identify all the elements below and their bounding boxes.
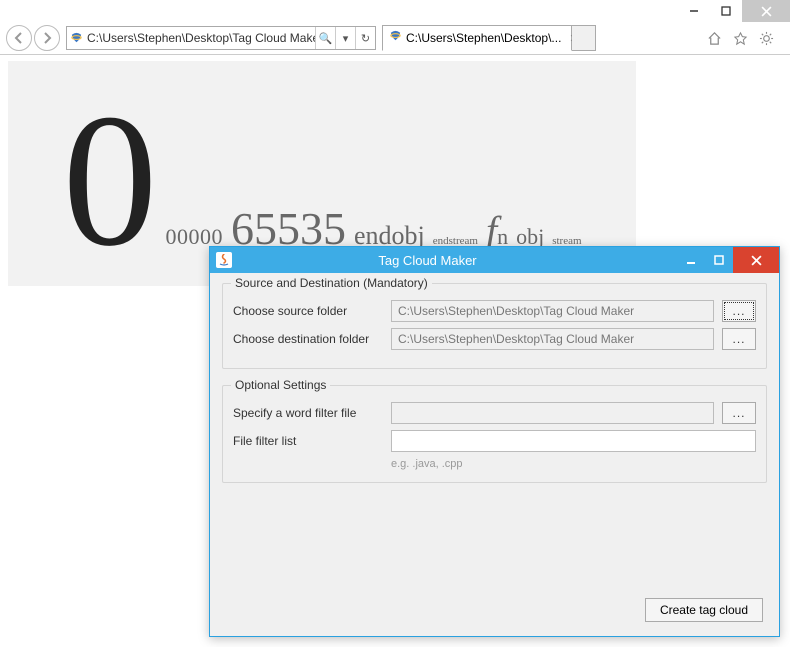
address-bar[interactable]: C:\Users\Stephen\Desktop\Tag Cloud Make … [66, 26, 376, 50]
java-icon [216, 252, 232, 268]
source-folder-label: Choose source folder [233, 304, 383, 318]
file-filter-hint: e.g. .java, .cpp [391, 458, 756, 470]
group-title: Source and Destination (Mandatory) [231, 276, 432, 290]
refresh-button[interactable]: ↻ [355, 27, 375, 49]
window-titlebar [0, 0, 790, 22]
dialog-minimize-button[interactable] [677, 247, 705, 273]
window-close-button[interactable] [742, 0, 790, 22]
forward-button[interactable] [34, 25, 60, 51]
new-tab-button[interactable] [572, 25, 596, 51]
file-filter-list-field[interactable] [391, 430, 756, 452]
address-dropdown[interactable]: ▾ [335, 27, 355, 49]
window-minimize-button[interactable] [678, 0, 710, 22]
source-browse-button[interactable]: ... [722, 300, 756, 322]
window-maximize-button[interactable] [710, 0, 742, 22]
file-filter-list-label: File filter list [233, 434, 383, 448]
create-tag-cloud-button[interactable]: Create tag cloud [645, 598, 763, 622]
word-filter-file-field[interactable] [391, 402, 714, 424]
word-filter-browse-button[interactable]: ... [722, 402, 756, 424]
tab-active[interactable]: C:\Users\Stephen\Desktop\... ✕ [382, 25, 572, 51]
tab-strip: C:\Users\Stephen\Desktop\... ✕ [382, 25, 596, 51]
address-text: C:\Users\Stephen\Desktop\Tag Cloud Make [85, 31, 315, 45]
source-destination-group: Source and Destination (Mandatory) Choos… [222, 283, 767, 369]
back-button[interactable] [6, 25, 32, 51]
tag-cloud-maker-dialog: Tag Cloud Maker Source and Destination (… [209, 246, 780, 637]
source-folder-field[interactable] [391, 300, 714, 322]
ie-page-icon [67, 32, 85, 45]
cloud-word-0: 0 [62, 101, 157, 263]
tools-icon[interactable] [758, 30, 774, 46]
word-filter-file-label: Specify a word filter file [233, 406, 383, 420]
destination-browse-button[interactable]: ... [722, 328, 756, 350]
favorites-icon[interactable] [732, 30, 748, 46]
home-icon[interactable] [706, 30, 722, 46]
dialog-close-button[interactable] [733, 247, 779, 273]
dialog-titlebar[interactable]: Tag Cloud Maker [210, 247, 779, 273]
destination-folder-label: Choose destination folder [233, 332, 383, 346]
dialog-maximize-button[interactable] [705, 247, 733, 273]
browser-toolbar: C:\Users\Stephen\Desktop\Tag Cloud Make … [0, 22, 790, 54]
dialog-title: Tag Cloud Maker [238, 253, 677, 268]
optional-settings-group: Optional Settings Specify a word filter … [222, 385, 767, 483]
tab-label: C:\Users\Stephen\Desktop\... [406, 31, 561, 45]
ie-page-icon [389, 30, 402, 46]
group-title: Optional Settings [231, 378, 330, 392]
search-button[interactable]: 🔍 [315, 27, 335, 49]
destination-folder-field[interactable] [391, 328, 714, 350]
